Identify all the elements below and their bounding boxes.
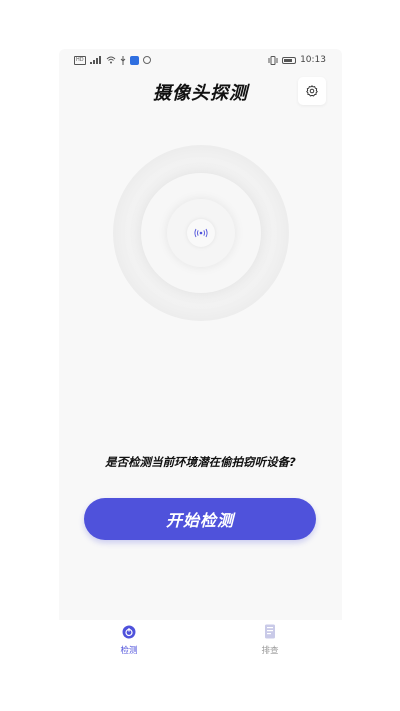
usb-icon <box>120 55 125 65</box>
app-notification-icon <box>129 55 139 65</box>
bottom-nav: 检测 排查 <box>59 620 342 660</box>
nav-label-detect: 检测 <box>120 646 138 656</box>
start-detect-button[interactable]: 开始检测 <box>84 498 316 540</box>
nav-label-check: 排查 <box>261 646 279 656</box>
status-left-icons: HD <box>74 55 151 65</box>
settings-button[interactable] <box>298 77 326 105</box>
status-bar: HD 10:13 <box>59 49 342 71</box>
wifi-icon <box>106 56 115 64</box>
radar-graphic <box>113 145 289 321</box>
nav-item-detect[interactable]: 检测 <box>99 620 159 660</box>
vibrate-icon <box>268 55 278 65</box>
signal-broadcast-icon <box>194 228 208 238</box>
detect-icon <box>122 625 136 638</box>
status-right-icons: 10:13 <box>268 55 326 65</box>
battery-icon <box>282 56 297 64</box>
signal-icon <box>89 56 101 64</box>
check-icon <box>265 624 275 639</box>
nav-item-check[interactable]: 排查 <box>240 620 300 660</box>
settings-icon <box>306 85 318 97</box>
vpn-icon <box>142 56 151 64</box>
hd-icon: HD <box>74 55 86 65</box>
app-screen: HD 10:13 摄像头探测 是否检测当前环境潜在偷拍窃听设备? 开始检测 <box>59 49 342 620</box>
detect-question: 是否检测当前环境潜在偷拍窃听设备? <box>105 455 296 469</box>
status-time: 10:13 <box>300 55 326 65</box>
radar-center <box>187 219 215 247</box>
